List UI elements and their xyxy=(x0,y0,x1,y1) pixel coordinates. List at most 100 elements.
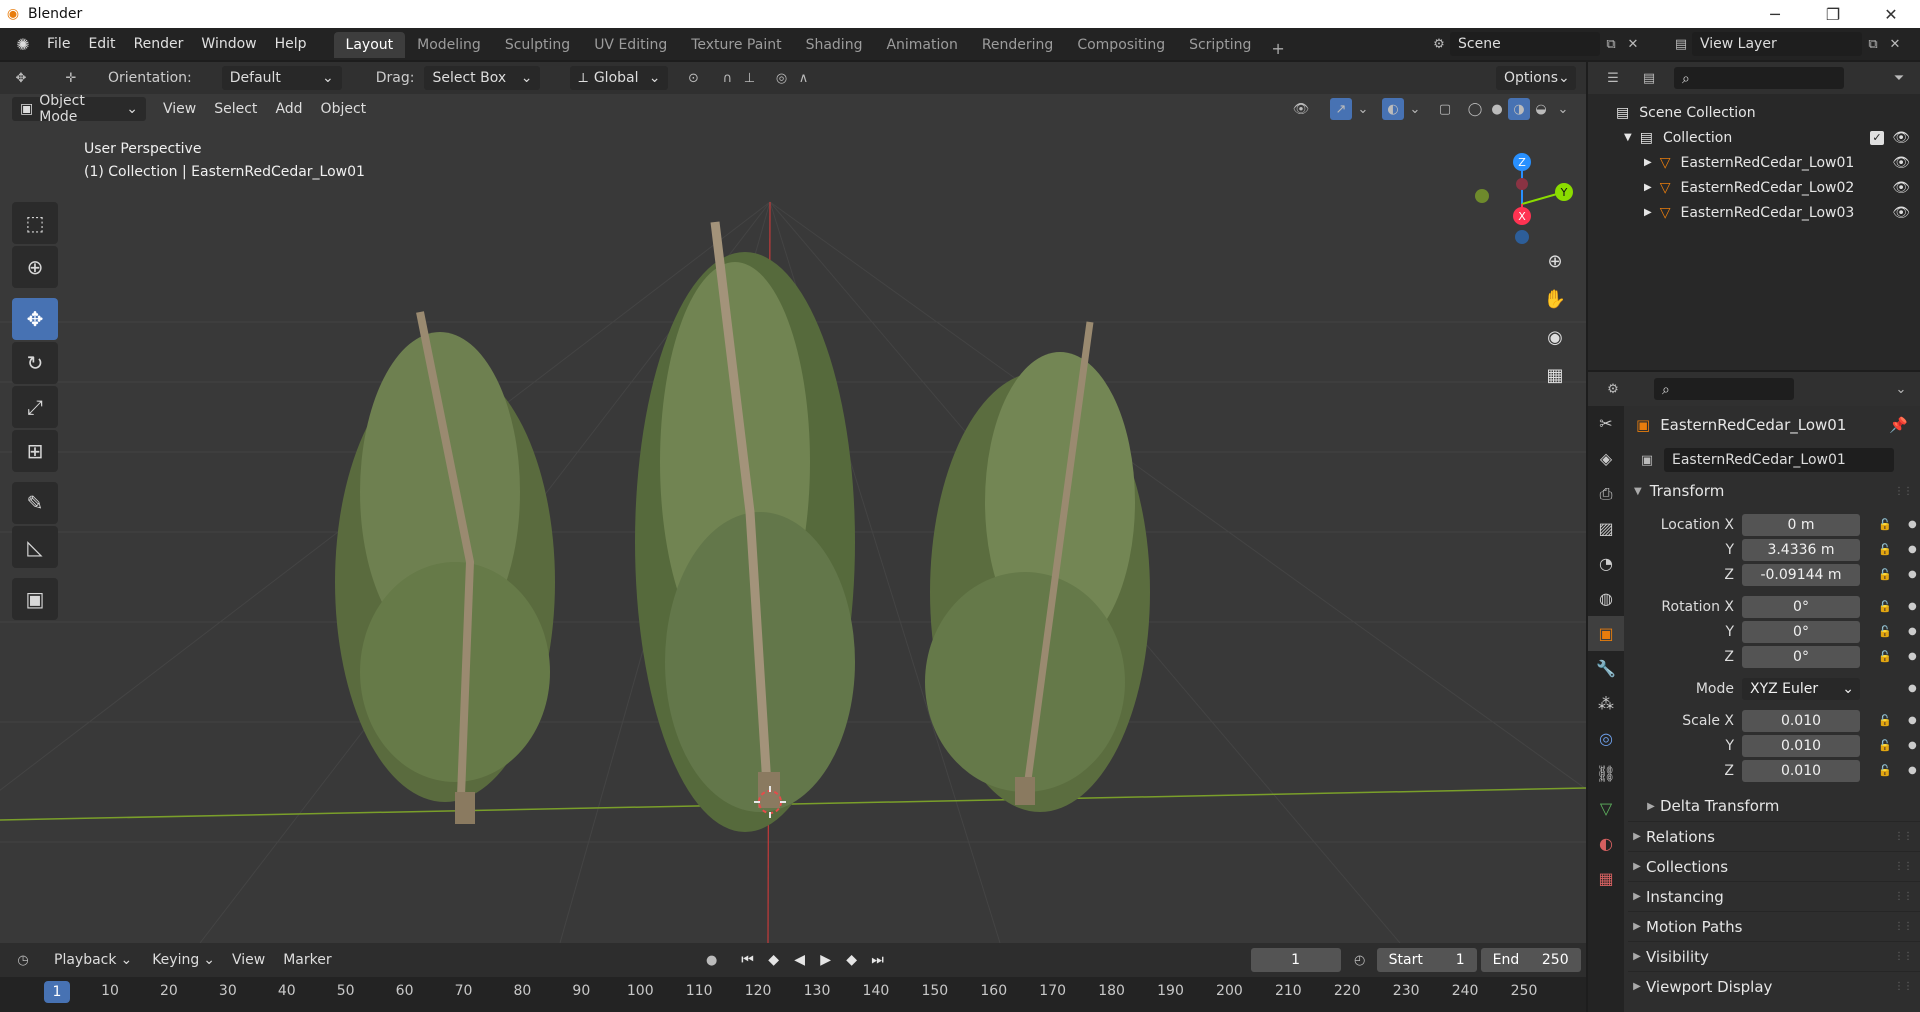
tab-uv-editing[interactable]: UV Editing xyxy=(582,32,679,58)
expand-arrow-icon[interactable]: ▶ xyxy=(1644,207,1652,218)
proportional-edit-icon[interactable]: ◎ xyxy=(770,67,792,89)
measure-tool-icon[interactable]: ◺ xyxy=(12,526,58,568)
material-preview-shading-icon[interactable]: ◑ xyxy=(1508,98,1530,120)
material-tab-icon[interactable]: ◐ xyxy=(1588,826,1624,861)
tab-sculpting[interactable]: Sculpting xyxy=(493,32,582,58)
camera-view-icon[interactable]: ◉ xyxy=(1538,320,1572,354)
tab-rendering[interactable]: Rendering xyxy=(970,32,1066,58)
location-z-field[interactable]: -0.09144 m xyxy=(1742,563,1860,586)
collections-panel[interactable]: ▶ Collections ⋮⋮ xyxy=(1628,851,1920,881)
tab-shading[interactable]: Shading xyxy=(794,32,875,58)
eye-icon[interactable]: 👁 xyxy=(1892,205,1910,221)
drag-grip-icon[interactable]: ⋮⋮ xyxy=(1894,981,1913,992)
eye-icon[interactable]: 👁 xyxy=(1892,180,1910,196)
tab-texture-paint[interactable]: Texture Paint xyxy=(679,32,793,58)
eye-icon[interactable]: 👁 xyxy=(1892,130,1910,146)
next-keyframe-icon[interactable]: ◆ xyxy=(839,952,865,968)
object-browse-icon[interactable]: ▣ xyxy=(1636,449,1658,471)
wireframe-shading-icon[interactable]: ◯ xyxy=(1464,98,1486,120)
jump-start-icon[interactable]: ⏮ xyxy=(735,952,761,968)
view-layer-tab-icon[interactable]: ▨ xyxy=(1588,511,1624,546)
outliner-row-scene-collection[interactable]: ▤ Scene Collection xyxy=(1588,100,1920,125)
visibility-icon[interactable]: 👁 xyxy=(1290,98,1312,120)
rotation-mode-dropdown[interactable]: XYZ Euler ⌄ xyxy=(1742,677,1860,700)
keyframe-dot-icon[interactable]: ● xyxy=(1908,569,1917,580)
lock-icon[interactable]: 🔓 xyxy=(1878,543,1892,556)
delete-view-layer-icon[interactable]: ✕ xyxy=(1884,33,1906,55)
object-name-field[interactable]: EasternRedCedar_Low01 xyxy=(1664,448,1894,472)
pan-hand-icon[interactable]: ✋ xyxy=(1538,282,1572,316)
keying-menu[interactable]: Keying ⌄ xyxy=(144,948,223,972)
pin-icon[interactable]: 📌 xyxy=(1889,416,1908,434)
drag-grip-icon[interactable]: ⋮⋮ xyxy=(1894,921,1913,932)
drag-dropdown[interactable]: Select Box ⌄ xyxy=(424,66,541,90)
transform-panel-header[interactable]: ▼ Transform ⋮⋮ xyxy=(1628,476,1920,506)
start-frame-field[interactable]: Start 1 xyxy=(1376,948,1477,972)
rotation-x-field[interactable]: 0° xyxy=(1742,595,1860,618)
instancing-panel[interactable]: ▶ Instancing ⋮⋮ xyxy=(1628,881,1920,911)
rotation-z-field[interactable]: 0° xyxy=(1742,645,1860,668)
scale-x-field[interactable]: 0.010 xyxy=(1742,709,1860,732)
motion-paths-panel[interactable]: ▶ Motion Paths ⋮⋮ xyxy=(1628,911,1920,941)
navigation-gizmo[interactable]: Z Y X xyxy=(1468,142,1586,252)
viewport-menu-select[interactable]: Select xyxy=(205,101,266,117)
overlays-toggle-icon[interactable]: ◐ xyxy=(1382,98,1404,120)
drag-grip-icon[interactable]: ⋮⋮ xyxy=(1894,861,1913,872)
transform-tool-icon[interactable]: ⊞ xyxy=(12,430,58,472)
scene-icon[interactable]: ⚙ xyxy=(1428,33,1450,55)
lock-icon[interactable]: 🔓 xyxy=(1878,568,1892,581)
properties-options-icon[interactable]: ⌄ xyxy=(1890,378,1912,400)
options-dropdown[interactable]: Options ⌄ xyxy=(1496,66,1576,90)
scale-y-field[interactable]: 0.010 xyxy=(1742,734,1860,757)
viewport-menu-add[interactable]: Add xyxy=(266,101,311,117)
expand-arrow-icon[interactable]: ▶ xyxy=(1644,182,1652,193)
drag-grip-icon[interactable]: ⋮⋮ xyxy=(1894,891,1913,902)
blender-logo-icon[interactable]: ✺ xyxy=(8,35,38,54)
world-tab-icon[interactable]: ◍ xyxy=(1588,581,1624,616)
display-mode-icon[interactable]: ▤ xyxy=(1638,67,1660,89)
output-tab-icon[interactable]: ⎙ xyxy=(1588,476,1624,511)
collection-checkbox[interactable]: ✓ xyxy=(1870,130,1884,145)
tab-modeling[interactable]: Modeling xyxy=(405,32,493,58)
minimize-button[interactable]: ─ xyxy=(1746,0,1804,28)
outliner-row-object-02[interactable]: ▶ ▽ EasternRedCedar_Low02 👁 xyxy=(1588,175,1920,200)
snap-target-icon[interactable]: ⊥ xyxy=(738,67,760,89)
keyframe-dot-icon[interactable]: ● xyxy=(1908,715,1917,726)
filter-icon[interactable]: ⏷ xyxy=(1888,67,1910,89)
menu-window[interactable]: Window xyxy=(192,32,265,56)
3d-viewport[interactable]: ✥ ✛ Orientation: Default ⌄ Drag: Select B… xyxy=(0,62,1586,943)
data-tab-icon[interactable]: ▽ xyxy=(1588,791,1624,826)
overlays-options-icon[interactable]: ⌄ xyxy=(1404,98,1426,120)
lock-icon[interactable]: 🔓 xyxy=(1878,739,1892,752)
scene-tab-icon[interactable]: ◔ xyxy=(1588,546,1624,581)
prev-keyframe-icon[interactable]: ◆ xyxy=(761,952,787,968)
render-tab-icon[interactable]: ◈ xyxy=(1588,441,1624,476)
outliner-row-object-01[interactable]: ▶ ▽ EasternRedCedar_Low01 👁 xyxy=(1588,150,1920,175)
current-frame-field[interactable]: 1 xyxy=(1250,948,1341,972)
properties-editor-type-icon[interactable]: ⚙ xyxy=(1602,378,1624,400)
preview-range-icon[interactable]: ◴ xyxy=(1349,949,1371,971)
object-tab-icon[interactable]: ▣ xyxy=(1588,616,1624,651)
pivot-point-icon[interactable]: ⊙ xyxy=(682,67,704,89)
new-scene-icon[interactable]: ⧉ xyxy=(1600,33,1622,55)
scale-z-field[interactable]: 0.010 xyxy=(1742,759,1860,782)
add-workspace-button[interactable]: + xyxy=(1263,39,1292,58)
delta-transform-subpanel[interactable]: ▶ Delta Transform xyxy=(1628,791,1920,821)
add-cube-tool-icon[interactable]: ▣ xyxy=(12,578,58,620)
texture-tab-icon[interactable]: ▦ xyxy=(1588,861,1624,896)
lock-icon[interactable]: 🔓 xyxy=(1878,764,1892,777)
rotate-tool-icon[interactable]: ↻ xyxy=(12,342,58,384)
expand-arrow-icon[interactable]: ▶ xyxy=(1644,157,1652,168)
outliner-row-collection[interactable]: ▼ ▤ Collection ✓ 👁 xyxy=(1588,125,1920,150)
falloff-icon[interactable]: ∧ xyxy=(792,67,814,89)
keyframe-dot-icon[interactable]: ● xyxy=(1908,626,1917,637)
view-layer-icon[interactable]: ▤ xyxy=(1670,33,1692,55)
keyframe-dot-icon[interactable]: ● xyxy=(1908,740,1917,751)
timeline-editor-type-icon[interactable]: ◷ xyxy=(12,949,34,971)
viewport-menu-object[interactable]: Object xyxy=(312,101,376,117)
lock-icon[interactable]: 🔓 xyxy=(1878,714,1892,727)
zoom-icon[interactable]: ⊕ xyxy=(1538,244,1572,278)
lock-icon[interactable]: 🔓 xyxy=(1878,518,1892,531)
physics-tab-icon[interactable]: ◎ xyxy=(1588,721,1624,756)
delete-scene-icon[interactable]: ✕ xyxy=(1622,33,1644,55)
